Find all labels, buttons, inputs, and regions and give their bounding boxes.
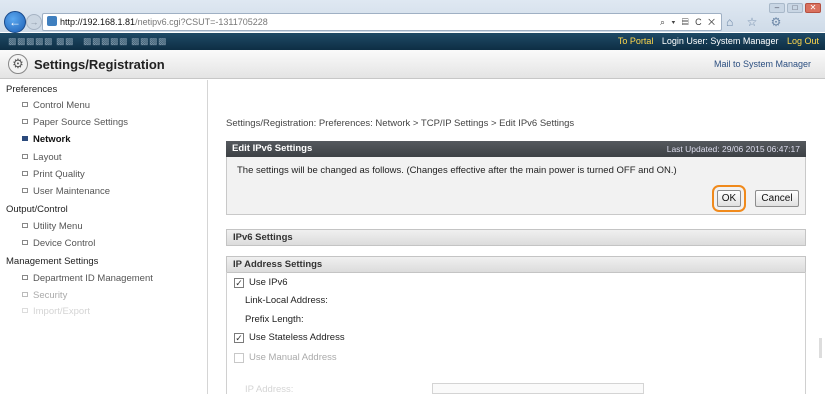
- cancel-button[interactable]: Cancel: [755, 190, 799, 207]
- sidebar-item-label: Device Control: [33, 238, 96, 249]
- sidebar-item-label: Security: [33, 290, 68, 301]
- bullet-icon: [22, 119, 28, 124]
- browser-chrome: – □ ✕ ← → http://192.168.1.81/netipv6.cg…: [0, 0, 825, 33]
- use-ipv6-checkbox[interactable]: ✓: [234, 278, 244, 288]
- ipv6-settings-section-header: IPv6 Settings: [226, 229, 806, 246]
- product-name-blurred: ▩▩▩▩▩ ▩▩ ▩▩▩▩▩ ▩▩▩▩: [8, 36, 168, 46]
- logout-link[interactable]: Log Out: [787, 36, 819, 46]
- window-controls: – □ ✕: [769, 3, 821, 13]
- ip-address-input[interactable]: [432, 383, 644, 394]
- sidebar-item-utility-menu[interactable]: Utility Menu: [22, 221, 83, 232]
- sidebar-item-network[interactable]: Network: [22, 134, 70, 145]
- bullet-icon: [22, 308, 28, 313]
- sidebar-item-user-maintenance[interactable]: User Maintenance: [22, 186, 110, 197]
- bullet-icon: [22, 223, 28, 228]
- bullet-icon: [22, 102, 28, 107]
- maximize-button[interactable]: □: [787, 3, 803, 13]
- page-header: ⚙ Settings/Registration Mail to System M…: [0, 50, 825, 79]
- sidebar-item-label: Control Menu: [33, 100, 91, 111]
- ip-address-settings-section-header: IP Address Settings: [226, 256, 806, 273]
- forward-arrow-icon[interactable]: →: [26, 14, 42, 30]
- favicon-icon: [47, 16, 57, 26]
- back-arrow-icon[interactable]: ←: [4, 11, 26, 33]
- sidebar-item-label: Import/Export: [33, 306, 91, 317]
- sidebar-item-import-export[interactable]: Import/Export: [22, 306, 90, 317]
- prefix-length-label: Prefix Length:: [245, 314, 304, 325]
- sidebar-item-label: Network: [33, 134, 71, 145]
- sidebar-item-label: Layout: [33, 152, 62, 163]
- edit-ipv6-panel-header: Edit IPv6 Settings Last Updated: 29/06 2…: [226, 141, 806, 157]
- sidebar-section-preferences[interactable]: Preferences: [6, 84, 57, 95]
- browser-toolbar-icons[interactable]: ⌂ ☆ ⚙: [726, 15, 786, 29]
- bullet-icon: [22, 188, 28, 193]
- link-local-address-label: Link-Local Address:: [245, 295, 328, 306]
- page-title: Settings/Registration: [34, 57, 165, 72]
- sidebar-item-device-control[interactable]: Device Control: [22, 238, 95, 249]
- sidebar-item-label: Utility Menu: [33, 221, 83, 232]
- bullet-icon: [22, 171, 28, 176]
- sidebar-item-security[interactable]: Security: [22, 290, 67, 301]
- url-path: /netipv6.cgi?CSUT=-1311705228: [135, 17, 268, 27]
- minimize-button[interactable]: –: [769, 3, 785, 13]
- ip-address-label: IP Address:: [245, 384, 294, 394]
- remote-ui-topbar: ▩▩▩▩▩ ▩▩ ▩▩▩▩▩ ▩▩▩▩ To Portal Login User…: [0, 33, 825, 50]
- sidebar-section-output-control[interactable]: Output/Control: [6, 204, 68, 215]
- use-ipv6-label: Use IPv6: [249, 277, 288, 288]
- url-host: http://192.168.1.81: [60, 17, 136, 27]
- use-manual-address-label: Use Manual Address: [249, 352, 337, 363]
- sidebar-item-control-menu[interactable]: Control Menu: [22, 100, 90, 111]
- use-manual-address-checkbox[interactable]: [234, 353, 244, 363]
- ok-button[interactable]: OK: [717, 190, 741, 207]
- sidebar-item-label: Paper Source Settings: [33, 117, 129, 128]
- gear-icon: ⚙: [8, 54, 28, 74]
- use-stateless-address-checkbox[interactable]: ✓: [234, 333, 244, 343]
- breadcrumb: Settings/Registration: Preferences: Netw…: [226, 118, 575, 129]
- mail-to-system-manager-link[interactable]: Mail to System Manager: [714, 59, 811, 69]
- sidebar-item-label: Print Quality: [33, 169, 85, 180]
- confirmation-message: The settings will be changed as follows.…: [237, 165, 677, 176]
- sidebar-item-paper-source-settings[interactable]: Paper Source Settings: [22, 117, 128, 128]
- user-links: To Portal Login User: System Manager Log…: [612, 36, 819, 46]
- bullet-icon: [22, 136, 28, 141]
- sidebar-section-management-settings[interactable]: Management Settings: [6, 256, 98, 267]
- panel-title: Edit IPv6 Settings: [232, 143, 313, 154]
- bullet-icon: [22, 292, 28, 297]
- to-portal-link[interactable]: To Portal: [618, 36, 654, 46]
- sidebar-item-label: User Maintenance: [33, 186, 111, 197]
- close-window-button[interactable]: ✕: [805, 3, 821, 13]
- page-scrollbar[interactable]: [819, 338, 822, 358]
- sidebar-item-print-quality[interactable]: Print Quality: [22, 169, 85, 180]
- bullet-icon: [22, 154, 28, 159]
- login-user-text: Login User: System Manager: [661, 36, 779, 46]
- address-tools-icons[interactable]: ⌕ ▾ ▤ C ✕: [660, 14, 717, 30]
- bullet-icon: [22, 240, 28, 245]
- bullet-icon: [22, 275, 28, 280]
- sidebar-item-department-id-management[interactable]: Department ID Management: [22, 273, 153, 284]
- sidebar-item-layout[interactable]: Layout: [22, 152, 62, 163]
- last-updated-text: Last Updated: 29/06 2015 06:47:17: [666, 144, 800, 154]
- address-bar[interactable]: http://192.168.1.81/netipv6.cgi?CSUT=-13…: [42, 13, 722, 31]
- use-stateless-address-label: Use Stateless Address: [249, 332, 345, 343]
- sidebar-item-label: Department ID Management: [33, 273, 153, 284]
